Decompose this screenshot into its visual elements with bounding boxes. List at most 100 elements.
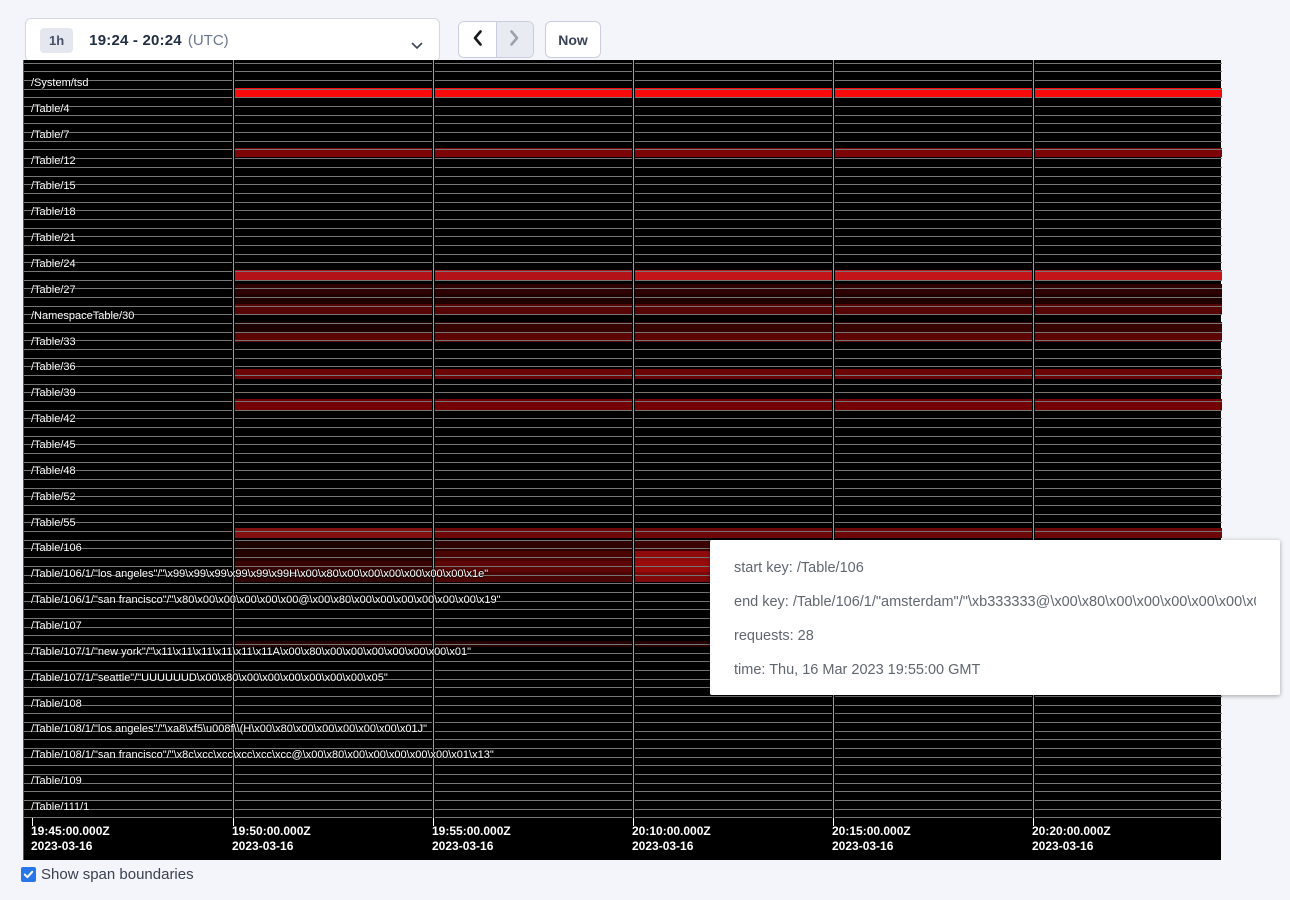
- heat-band: [433, 528, 1222, 538]
- prev-range-button[interactable]: [459, 22, 496, 57]
- row-label: /Table/108: [31, 697, 82, 711]
- span-boundary-line: [24, 314, 1222, 315]
- row-label: /Table/12: [31, 154, 76, 168]
- axis-date: 2023-03-16: [632, 839, 711, 854]
- span-boundary-line: [24, 132, 1222, 133]
- span-boundary-line: [24, 358, 1222, 359]
- span-boundary-line: [24, 228, 1222, 229]
- row-label: /Table/109: [31, 774, 82, 788]
- time-zone-text: (UTC): [188, 32, 229, 49]
- show-span-boundaries-checkbox[interactable]: [21, 867, 36, 882]
- span-boundary-line: [24, 89, 1222, 90]
- span-boundary-line: [24, 783, 1222, 784]
- chevron-left-icon: [472, 29, 483, 50]
- span-boundary-line: [24, 297, 1222, 298]
- axis-tick-label: 19:55:00.000Z2023-03-16: [432, 824, 511, 854]
- row-label: /Table/7: [31, 128, 70, 142]
- span-boundary-line: [24, 713, 1222, 714]
- axis-time: 19:55:00.000Z: [432, 824, 511, 839]
- span-boundary-line: [24, 288, 1222, 289]
- checkbox-label: Show span boundaries: [41, 866, 194, 883]
- tooltip-start-key: start key: /Table/106: [734, 551, 1256, 585]
- row-label: /Table/42: [31, 412, 76, 426]
- span-boundary-line: [24, 306, 1222, 307]
- heat-band: [233, 369, 1222, 379]
- span-boundary-line: [24, 262, 1222, 263]
- time-gridline: [633, 60, 634, 818]
- heat-band: [433, 541, 633, 551]
- row-label: /Table/24: [31, 257, 76, 271]
- span-tooltip: start key: /Table/106 end key: /Table/10…: [710, 540, 1280, 695]
- span-boundary-line: [24, 444, 1222, 445]
- chevron-right-icon: [509, 29, 520, 50]
- heat-band: [233, 294, 1222, 304]
- axis-date: 2023-03-16: [832, 839, 911, 854]
- row-label: /Table/106/1/"los angeles"/"\x99\x99\x99…: [31, 567, 488, 581]
- span-boundary-line: [24, 332, 1222, 333]
- time-range-text: 19:24 - 20:24: [89, 32, 182, 49]
- span-boundary-line: [24, 193, 1222, 194]
- row-label: /System/tsd: [31, 76, 88, 90]
- span-boundary-line: [24, 705, 1222, 706]
- span-boundary-line: [24, 280, 1222, 281]
- time-gridline: [833, 60, 834, 818]
- time-gridline: [433, 60, 434, 818]
- span-boundary-line: [24, 488, 1222, 489]
- row-label: /Table/107/1/"seattle"/"UUUUUUD\x00\x80\…: [31, 671, 388, 685]
- next-range-button[interactable]: [497, 22, 534, 57]
- row-label: /Table/36: [31, 360, 76, 374]
- heat-band: [233, 541, 433, 551]
- span-boundary-line: [24, 254, 1222, 255]
- span-boundary-line: [24, 366, 1222, 367]
- row-label: /Table/27: [31, 283, 76, 297]
- span-boundary-line: [24, 236, 1222, 237]
- row-label: /Table/107: [31, 619, 82, 633]
- span-boundary-line: [24, 167, 1222, 168]
- span-boundary-line: [24, 123, 1222, 124]
- axis-time: 20:15:00.000Z: [832, 824, 911, 839]
- row-label: /Table/15: [31, 179, 76, 193]
- span-boundary-line: [24, 97, 1222, 98]
- span-boundary-line: [24, 71, 1222, 72]
- axis-tick-label: 20:20:00.000Z2023-03-16: [1032, 824, 1111, 854]
- span-boundary-line: [24, 462, 1222, 463]
- row-label: /Table/39: [31, 386, 76, 400]
- span-boundary-line: [24, 115, 1222, 116]
- row-label: /Table/33: [31, 335, 76, 349]
- span-boundary-line: [24, 375, 1222, 376]
- span-boundary-line: [24, 392, 1222, 393]
- span-boundary-line: [24, 418, 1222, 419]
- span-boundary-line: [24, 514, 1222, 515]
- axis-time: 19:45:00.000Z: [31, 824, 110, 839]
- span-boundary-line: [24, 765, 1222, 766]
- heat-band: [233, 528, 433, 538]
- row-label: /Table/21: [31, 231, 76, 245]
- now-button[interactable]: Now: [545, 21, 601, 58]
- span-boundary-line: [24, 219, 1222, 220]
- show-span-boundaries-row: Show span boundaries: [21, 866, 194, 883]
- key-visualizer-canvas[interactable]: /System/tsd/Table/4/Table/7/Table/12/Tab…: [23, 60, 1221, 860]
- time-range-selector[interactable]: 1h 19:24 - 20:24 (UTC): [25, 18, 440, 62]
- span-boundary-line: [24, 245, 1222, 246]
- axis-date: 2023-03-16: [1032, 839, 1111, 854]
- row-label: /Table/18: [31, 205, 76, 219]
- axis-date: 2023-03-16: [432, 839, 511, 854]
- span-boundary-line: [24, 80, 1222, 81]
- row-label: /Table/106/1/"san francisco"/"\x80\x00\x…: [31, 593, 501, 607]
- row-label: /Table/48: [31, 464, 76, 478]
- span-boundary-line: [24, 401, 1222, 402]
- span-boundary-line: [24, 436, 1222, 437]
- axis-tick-label: 20:10:00.000Z2023-03-16: [632, 824, 711, 854]
- heat-band: [433, 551, 633, 561]
- tooltip-time: time: Thu, 16 Mar 2023 19:55:00 GMT: [734, 653, 1256, 687]
- axis-time: 19:50:00.000Z: [232, 824, 311, 839]
- row-label: /Table/4: [31, 102, 70, 116]
- tooltip-end-key: end key: /Table/106/1/"amsterdam"/"\xb33…: [734, 585, 1256, 619]
- time-gridline: [1033, 60, 1034, 818]
- axis-time: 20:10:00.000Z: [632, 824, 711, 839]
- axis-tick-label: 19:45:00.000Z2023-03-16: [31, 824, 110, 854]
- span-boundary-line: [24, 817, 1222, 818]
- row-label: /Table/108/1/"los angeles"/"\xa8\xf5\u00…: [31, 722, 427, 736]
- span-boundary-line: [24, 384, 1222, 385]
- axis-date: 2023-03-16: [232, 839, 311, 854]
